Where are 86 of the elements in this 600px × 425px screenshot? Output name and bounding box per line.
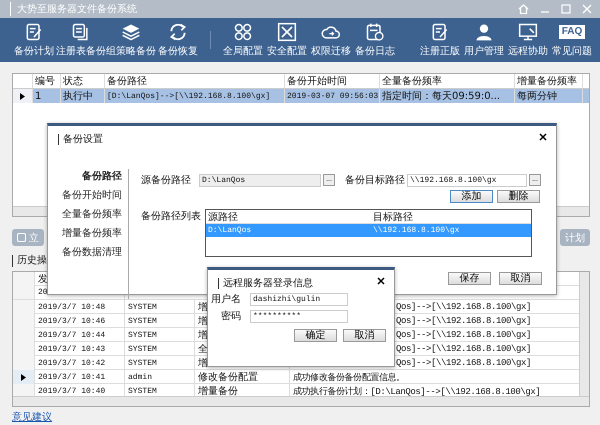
toolbar-button[interactable]: 备份计划 bbox=[12, 20, 56, 60]
calendar-clock-icon bbox=[365, 22, 385, 42]
horizontal-scrollbar[interactable] bbox=[13, 396, 589, 406]
toolbar-button[interactable]: 安全配置 bbox=[265, 20, 309, 60]
refresh-icon bbox=[168, 22, 188, 42]
row-header-cell[interactable] bbox=[13, 370, 35, 384]
table-cell: 2019/3/7 10:48 bbox=[35, 300, 125, 314]
table-cell: SYSTEM bbox=[125, 314, 195, 328]
column-header: 全量备份频率 bbox=[380, 74, 515, 88]
column-header: 备份开始时间 bbox=[285, 74, 380, 88]
ok-button[interactable]: 确定 bbox=[294, 329, 337, 342]
window-icon bbox=[17, 233, 26, 242]
tools-icon bbox=[277, 22, 297, 42]
close-icon[interactable] bbox=[539, 133, 547, 141]
table-cell: 2019/3/7 10:44 bbox=[35, 328, 125, 342]
column-header: 编号 bbox=[33, 74, 61, 88]
toolbar-button[interactable]: 注册正版 bbox=[418, 20, 462, 60]
table-cell: 2019/3/7 10:46 bbox=[35, 314, 125, 328]
monitor-icon bbox=[518, 22, 538, 42]
table-row[interactable]: 1 执行中 [D:\LanQos]-->[\\192.168.8.100\gx] 2019-03-07 09:56:03 指定时间：每天09:59:0... 每两分钟 bbox=[13, 89, 589, 103]
table-cell: 修改备份配置 bbox=[195, 370, 290, 384]
toolbar-button[interactable]: 远程协助 bbox=[506, 20, 550, 60]
layers-icon bbox=[121, 22, 141, 42]
row-header-cell[interactable] bbox=[13, 300, 35, 314]
row-header-cell[interactable] bbox=[13, 356, 35, 370]
field-label: 备份路径列表 bbox=[141, 210, 202, 224]
toolbar-button[interactable]: FAQ 常见问题 bbox=[550, 20, 594, 60]
list-cell-text: D:\LanQos bbox=[207, 226, 252, 235]
table-cell: 2019/3/7 10:42 bbox=[35, 356, 125, 370]
row-pointer-icon bbox=[20, 92, 25, 100]
column-header: 增量备份频率 bbox=[515, 74, 583, 88]
delete-button[interactable]: 删除 bbox=[497, 190, 540, 203]
maximize-icon[interactable] bbox=[561, 4, 571, 14]
users-icon bbox=[474, 22, 494, 42]
toolbar-button[interactable]: 备份日志 bbox=[353, 20, 397, 60]
toolbar-button[interactable]: 权限迁移 bbox=[309, 20, 353, 60]
table-cell: 每两分钟 bbox=[515, 89, 583, 103]
settings-nav-item[interactable]: 增量备份频率 bbox=[62, 226, 122, 240]
table-cell: 2019/3/7 10:43 bbox=[35, 342, 125, 356]
faq-icon: FAQ bbox=[558, 25, 586, 39]
table-cell: 1 bbox=[33, 89, 61, 103]
row-header-cell[interactable] bbox=[13, 286, 35, 299]
add-button[interactable]: 添加 bbox=[450, 190, 493, 203]
list-cell-text: \\192.168.8.100\gx bbox=[372, 226, 460, 235]
cancel-button[interactable]: 取消 bbox=[343, 329, 386, 342]
dialog-title: 远程服务器登录信息 bbox=[218, 278, 394, 289]
close-icon[interactable] bbox=[377, 277, 385, 285]
table-cell: SYSTEM bbox=[125, 342, 195, 356]
table-cell: 执行中 bbox=[61, 89, 105, 103]
column-header: 目标路径 bbox=[372, 210, 414, 224]
password-field[interactable]: ********** bbox=[250, 310, 348, 322]
column-header: 源路径 bbox=[207, 211, 239, 224]
column-header: 状态 bbox=[61, 74, 105, 88]
table-cell: 2019/3/7 10:41 bbox=[35, 370, 125, 384]
document-pen-icon bbox=[24, 22, 44, 42]
settings-nav-item[interactable]: 备份开始时间 bbox=[62, 188, 122, 202]
settings-nav-item[interactable]: 备份路径 bbox=[82, 169, 122, 183]
toolbar-button[interactable]: 注册表备份 bbox=[56, 20, 106, 60]
field-label: 源备份路径 bbox=[141, 174, 192, 187]
feedback-link[interactable]: 意见建议 bbox=[12, 410, 52, 424]
toolbar-button[interactable]: 全局配置 bbox=[221, 20, 265, 60]
row-pointer-icon bbox=[21, 374, 26, 380]
four-circles-icon bbox=[233, 22, 253, 42]
table-cell: [D:\LanQos]-->[\\192.168.8.100\gx] bbox=[105, 89, 285, 103]
table-cell: SYSTEM bbox=[125, 328, 195, 342]
table-cell: 指定时间：每天09:59:0... bbox=[380, 89, 515, 103]
toolbar-button[interactable]: 组策略备份 bbox=[106, 20, 156, 60]
table-cell: 2019-03-07 09:56:03 bbox=[285, 89, 380, 103]
home-icon[interactable] bbox=[518, 4, 529, 14]
window-title: 大势至服务器文件备份系统 bbox=[10, 2, 137, 16]
table-cell: admin bbox=[125, 370, 195, 384]
toolbar-button[interactable]: 备份恢复 bbox=[156, 20, 200, 60]
save-button[interactable]: 保存 bbox=[448, 272, 491, 285]
toolbar-button[interactable]: 用户管理 bbox=[462, 20, 506, 60]
vertical-scrollbar[interactable] bbox=[579, 272, 589, 397]
settings-nav-item[interactable]: 全量备份频率 bbox=[62, 207, 122, 221]
username-field[interactable]: dashizhi\gulin bbox=[250, 292, 348, 306]
document-pen-icon bbox=[430, 22, 450, 42]
cancel-button[interactable]: 取消 bbox=[499, 272, 542, 285]
table-cell: SYSTEM bbox=[125, 356, 195, 370]
column-header: 备份路径 bbox=[105, 74, 285, 88]
target-path-field[interactable]: \\192.168.8.100\gx bbox=[407, 174, 527, 186]
field-label: 备份目标路径 bbox=[345, 174, 406, 187]
table-cell: SYSTEM bbox=[125, 300, 195, 314]
dialog-title: 备份设置 bbox=[58, 134, 556, 145]
source-path-field[interactable]: D:\LanQos bbox=[199, 174, 321, 186]
